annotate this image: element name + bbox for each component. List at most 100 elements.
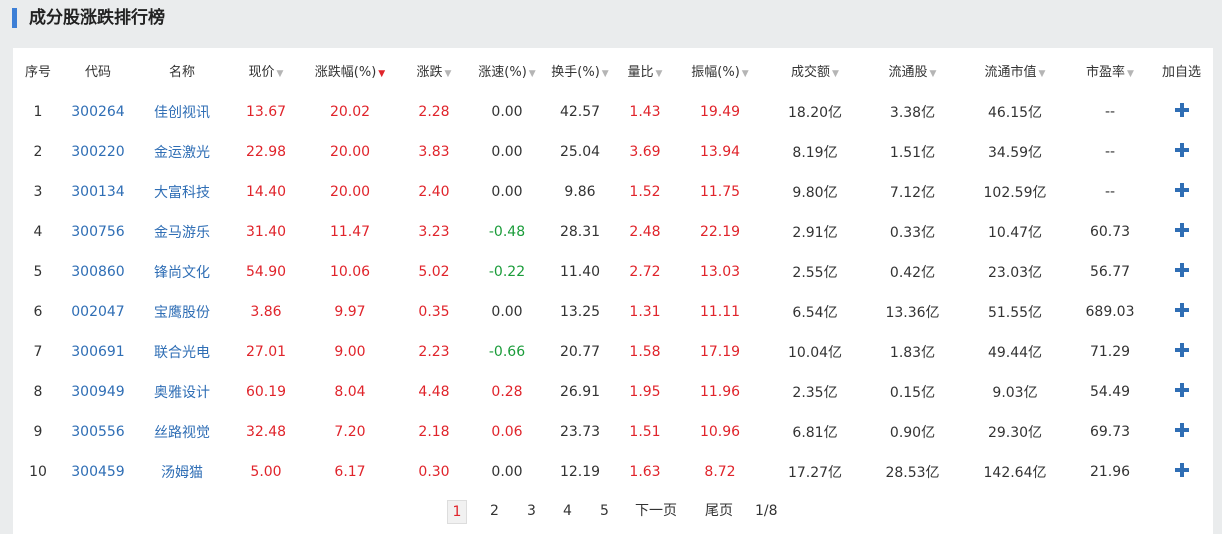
plus-icon[interactable] (1174, 183, 1189, 197)
column-header-speed[interactable]: 涨速(%) ▼ (469, 48, 545, 92)
cell-pe: 21.96 (1089, 464, 1131, 480)
cell-price: 3.86 (250, 304, 282, 320)
sort-arrow-icon[interactable]: ▼ (1127, 69, 1134, 79)
cell-code[interactable]: 300220 (63, 132, 133, 172)
cell-code[interactable]: 002047 (63, 292, 133, 332)
cell-pe: 69.73 (1089, 424, 1131, 440)
plus-icon[interactable] (1174, 263, 1189, 277)
column-header-amplitude[interactable]: 振幅(%) ▼ (675, 48, 765, 92)
cell-code[interactable]: 300556 (63, 412, 133, 452)
plus-icon[interactable] (1174, 103, 1189, 117)
cell-float-shares: 0.33亿 (889, 225, 936, 241)
page-button-4[interactable]: 4 (563, 502, 572, 520)
sort-arrow-icon[interactable]: ▼ (277, 69, 284, 79)
table-row[interactable]: 9 300556 丝路视觉 32.48 7.20 2.18 0.06 23.73 1.51 10.… (13, 412, 1213, 452)
cell-code[interactable]: 300860 (63, 252, 133, 292)
sort-arrow-icon[interactable]: ▼ (378, 69, 385, 79)
cell-name[interactable]: 宝鹰股份 (133, 292, 231, 332)
column-header-pe[interactable]: 市盈率 ▼ (1070, 48, 1150, 92)
table-row[interactable]: 5 300860 锋尚文化 54.90 10.06 5.02 -0.22 11.40 2.72 1… (13, 252, 1213, 292)
cell-add-favorite (1150, 292, 1213, 332)
cell-code[interactable]: 300691 (63, 332, 133, 372)
column-header-float-cap[interactable]: 流通市值 ▼ (960, 48, 1070, 92)
plus-icon[interactable] (1174, 303, 1189, 317)
cell-add-favorite (1150, 132, 1213, 172)
cell-name[interactable]: 锋尚文化 (133, 252, 231, 292)
next-page-button[interactable]: 下一页 (635, 502, 677, 520)
cell-name[interactable]: 联合光电 (133, 332, 231, 372)
cell-code[interactable]: 300756 (63, 212, 133, 252)
sort-arrow-icon[interactable]: ▼ (602, 69, 609, 79)
cell-amount: 6.81亿 (792, 425, 838, 441)
cell-speed: 0.00 (491, 184, 523, 200)
cell-volume-ratio: 3.69 (629, 144, 661, 160)
cell-price: 31.40 (245, 224, 287, 240)
table-row[interactable]: 6 002047 宝鹰股份 3.86 9.97 0.35 0.00 13.25 1.31 11.1… (13, 292, 1213, 332)
column-header-label: 市盈率 (1086, 64, 1126, 80)
column-header-label: 涨跌 (416, 64, 443, 80)
column-header-amount[interactable]: 成交额 ▼ (765, 48, 865, 92)
column-header-change-pct[interactable]: 涨跌幅(%) ▼ (301, 48, 399, 92)
sort-arrow-icon[interactable]: ▼ (1039, 69, 1046, 79)
table-row[interactable]: 8 300949 奥雅设计 60.19 8.04 4.48 0.28 26.91 1.95 11.… (13, 372, 1213, 412)
plus-icon[interactable] (1174, 143, 1189, 157)
column-header-change[interactable]: 涨跌 ▼ (399, 48, 469, 92)
cell-code[interactable]: 300134 (63, 172, 133, 212)
plus-icon[interactable] (1174, 423, 1189, 437)
cell-name[interactable]: 丝路视觉 (133, 412, 231, 452)
cell-name[interactable]: 金运激光 (133, 132, 231, 172)
sort-arrow-icon[interactable]: ▼ (930, 69, 937, 79)
table-row[interactable]: 4 300756 金马游乐 31.40 11.47 3.23 -0.48 28.31 2.48 2… (13, 212, 1213, 252)
cell-volume-ratio: 1.58 (629, 344, 661, 360)
cell-change: 2.40 (418, 184, 450, 200)
table-row[interactable]: 3 300134 大富科技 14.40 20.00 2.40 0.00 9.86 1.52 11.… (13, 172, 1213, 212)
plus-icon[interactable] (1174, 383, 1189, 397)
cell-code[interactable]: 300949 (63, 372, 133, 412)
table-row[interactable]: 1 300264 佳创视讯 13.67 20.02 2.28 0.00 42.57 1.43 19… (13, 92, 1213, 132)
cell-speed: 0.00 (491, 104, 523, 120)
cell-price: 22.98 (245, 144, 287, 160)
cell-index: 5 (33, 264, 43, 280)
column-header-turnover[interactable]: 换手(%) ▼ (545, 48, 615, 92)
cell-name[interactable]: 金马游乐 (133, 212, 231, 252)
plus-icon[interactable] (1174, 223, 1189, 237)
table-row[interactable]: 2 300220 金运激光 22.98 20.00 3.83 0.00 25.04 3.69 13… (13, 132, 1213, 172)
cell-code[interactable]: 300264 (63, 92, 133, 132)
table-row[interactable]: 10 300459 汤姆猫 5.00 6.17 0.30 0.00 12.19 1.63 8.72… (13, 452, 1213, 492)
last-page-button[interactable]: 尾页 (705, 502, 733, 520)
column-header-float-shares[interactable]: 流通股 ▼ (865, 48, 960, 92)
cell-change-pct: 20.00 (329, 184, 371, 200)
cell-pe: -- (1104, 104, 1116, 120)
cell-change: 5.02 (418, 264, 450, 280)
table-row[interactable]: 7 300691 联合光电 27.01 9.00 2.23 -0.66 20.77 1.58 17… (13, 332, 1213, 372)
page-button-3[interactable]: 3 (527, 502, 536, 520)
cell-volume-ratio: 1.43 (629, 104, 661, 120)
cell-change-pct: 7.20 (334, 424, 366, 440)
page-button-2[interactable]: 2 (490, 502, 499, 520)
page-button-5[interactable]: 5 (600, 502, 609, 520)
cell-turnover: 9.86 (564, 184, 596, 200)
cell-name[interactable]: 大富科技 (133, 172, 231, 212)
sort-arrow-icon[interactable]: ▼ (742, 69, 749, 79)
cell-price: 32.48 (245, 424, 287, 440)
table-header-row: 序号 代码 名称 现价 ▼ 涨跌幅(%) ▼ 涨跌 ▼ 涨速(%) ▼ 换手(%) ▼ 量比 ▼ 振幅(%) ▼… (13, 48, 1213, 92)
cell-add-favorite (1150, 212, 1213, 252)
sort-arrow-icon[interactable]: ▼ (529, 69, 536, 79)
sort-arrow-icon[interactable]: ▼ (656, 69, 663, 79)
cell-name[interactable]: 奥雅设计 (133, 372, 231, 412)
plus-icon[interactable] (1174, 343, 1189, 357)
cell-code[interactable]: 300459 (63, 452, 133, 492)
cell-change: 0.30 (418, 464, 450, 480)
sort-arrow-icon[interactable]: ▼ (832, 69, 839, 79)
cell-float-shares: 28.53亿 (885, 465, 940, 481)
cell-float-shares: 0.42亿 (889, 265, 936, 281)
cell-name[interactable]: 汤姆猫 (133, 452, 231, 492)
plus-icon[interactable] (1174, 463, 1189, 477)
cell-pe: 71.29 (1089, 344, 1131, 360)
page-button-current[interactable]: 1 (447, 500, 467, 524)
column-header-volume-ratio[interactable]: 量比 ▼ (615, 48, 675, 92)
column-header-price[interactable]: 现价 ▼ (231, 48, 301, 92)
sort-arrow-icon[interactable]: ▼ (445, 69, 452, 79)
cell-name[interactable]: 佳创视讯 (133, 92, 231, 132)
cell-float-shares: 13.36亿 (885, 305, 940, 321)
